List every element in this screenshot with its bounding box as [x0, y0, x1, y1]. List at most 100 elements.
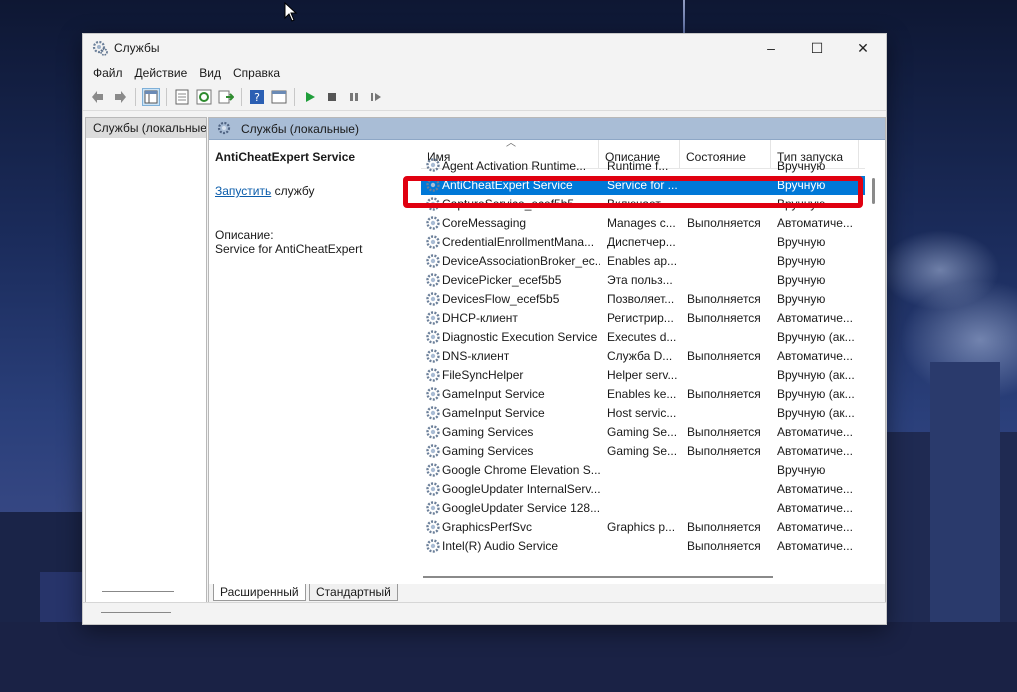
table-row[interactable]: DeviceAssociationBroker_ec... Enables ap.… [421, 252, 865, 271]
table-row[interactable]: Agent Activation Runtime... Runtime f... В… [421, 158, 865, 176]
table-row[interactable]: DevicesFlow_ecef5b5 Позволяет... Выполняет… [421, 290, 865, 309]
service-description [607, 461, 681, 480]
properties-icon[interactable] [173, 88, 191, 106]
service-status [687, 366, 771, 385]
help-icon[interactable]: ? [248, 88, 266, 106]
tab-standard[interactable]: Стандартный [309, 584, 398, 601]
service-startup-type: Вручную (ак... [777, 330, 855, 344]
forward-icon[interactable] [111, 88, 129, 106]
service-description: Graphics p... [607, 520, 676, 534]
service-status: Выполняется [687, 444, 761, 458]
service-name: Diagnostic Execution Service [442, 330, 598, 344]
service-description [607, 537, 681, 556]
status-bar [83, 602, 886, 624]
service-name: CredentialEnrollmentMana... [442, 235, 595, 249]
service-startup-type: Автоматиче... [777, 216, 853, 230]
service-gear-icon [425, 481, 441, 497]
tree-item-services-local[interactable]: Службы (локальные) [86, 118, 206, 138]
table-row[interactable]: CoreMessaging Manages c... Выполняется Авто… [421, 214, 865, 233]
table-row[interactable]: FileSyncHelper Helper serv... Вручную (ак.… [421, 366, 865, 385]
service-startup-type: Вручную [777, 463, 826, 477]
service-description: Регистрир... [607, 311, 674, 325]
service-startup-type: Автоматиче... [777, 444, 853, 458]
table-row[interactable]: GameInput Service Host servic... Вручную (… [421, 404, 865, 423]
description-label: Описание: [215, 228, 274, 242]
service-status: Выполняется [687, 216, 761, 230]
panel-title: Службы (локальные) [241, 121, 359, 136]
table-row[interactable]: DevicePicker_ecef5b5 Эта польз... Вручную [421, 271, 865, 290]
service-name: CoreMessaging [442, 216, 527, 230]
menu-view[interactable]: Вид [193, 66, 227, 80]
service-name: Gaming Services [442, 444, 534, 458]
service-startup-type: Автоматиче... [777, 349, 853, 363]
menu-file[interactable]: Файл [87, 66, 129, 80]
service-startup-type: Вручную [777, 273, 826, 287]
service-startup-type: Вручную [777, 235, 826, 249]
services-window: Службы – ☐ ✕ Файл Действие Вид Справка ? [82, 33, 887, 625]
service-status: Выполняется [687, 520, 761, 534]
service-status [687, 157, 771, 176]
table-row[interactable]: CredentialEnrollmentMana... Диспетчер... В… [421, 233, 865, 252]
description-text: Service for AntiCheatExpert [215, 242, 363, 256]
table-row[interactable]: GraphicsPerfSvc Graphics p... Выполняется А… [421, 518, 865, 537]
service-startup-type: Автоматиче... [777, 539, 853, 553]
table-row[interactable]: GoogleUpdater InternalServ... Автоматиче.… [421, 480, 865, 499]
service-startup-type: Вручную (ак... [777, 368, 855, 382]
close-button[interactable]: ✕ [840, 34, 886, 62]
menu-help[interactable]: Справка [227, 66, 286, 80]
service-name: GoogleUpdater InternalServ... [442, 482, 600, 496]
table-row[interactable]: Intel(R) Audio Service Выполняется Автомат… [421, 537, 865, 556]
table-row[interactable]: Gaming Services Gaming Se... Выполняется Ав… [421, 442, 865, 461]
table-row[interactable]: GameInput Service Enables ke... Выполняетс… [421, 385, 865, 404]
service-description: Gaming Se... [607, 425, 678, 439]
service-description: Gaming Se... [607, 444, 678, 458]
description-pane: AntiCheatExpert Service Запустить службу… [215, 150, 411, 256]
service-name: DNS-клиент [442, 349, 510, 363]
service-gear-icon [425, 234, 441, 250]
console-view-icon[interactable] [270, 88, 288, 106]
service-name: Gaming Services [442, 425, 534, 439]
minimize-button[interactable]: – [748, 34, 794, 62]
service-startup-type: Автоматиче... [777, 520, 853, 534]
highlight-box [403, 176, 863, 208]
service-status: Выполняется [687, 539, 761, 553]
table-row[interactable]: DNS-клиент Служба D... Выполняется Автомати… [421, 347, 865, 366]
service-status [687, 480, 771, 499]
service-status [687, 404, 771, 423]
table-row[interactable]: Gaming Services Gaming Se... Выполняется Ав… [421, 423, 865, 442]
service-gear-icon [425, 424, 441, 440]
table-row[interactable]: DHCP-клиент Регистрир... Выполняется Автома… [421, 309, 865, 328]
tree-scrollbar[interactable] [102, 591, 174, 592]
service-description: Host servic... [607, 406, 677, 420]
restart-icon[interactable] [367, 88, 385, 106]
service-startup-type: Вручную [777, 292, 826, 306]
service-startup-type: Автоматиче... [777, 425, 853, 439]
table-row[interactable]: GoogleUpdater Service 128.... Автоматиче.… [421, 499, 865, 518]
start-service-link[interactable]: Запустить [215, 184, 271, 198]
service-status [687, 461, 771, 480]
service-status [687, 252, 771, 271]
table-row[interactable]: Google Chrome Elevation S... Вручную [421, 461, 865, 480]
service-description: Enables ap... [607, 254, 678, 268]
service-gear-icon [425, 329, 441, 345]
window-title: Службы [114, 41, 160, 55]
service-name: DeviceAssociationBroker_ec... [442, 254, 600, 268]
service-startup-type: Автоматиче... [777, 311, 853, 325]
service-gear-icon [425, 310, 441, 326]
tab-extended[interactable]: Расширенный [213, 584, 306, 601]
table-row[interactable]: Diagnostic Execution Service Executes d..… [421, 328, 865, 347]
show-hide-tree-icon[interactable] [142, 88, 160, 106]
export-list-icon[interactable] [217, 88, 235, 106]
refresh-icon[interactable] [195, 88, 213, 106]
stop-icon[interactable] [323, 88, 341, 106]
service-gear-icon [425, 253, 441, 269]
vertical-scrollbar[interactable] [865, 166, 882, 574]
play-icon[interactable] [301, 88, 319, 106]
maximize-button[interactable]: ☐ [794, 34, 840, 62]
service-status: Выполняется [687, 311, 761, 325]
horizontal-scrollbar[interactable] [421, 574, 865, 582]
menu-action[interactable]: Действие [129, 66, 194, 80]
service-description: Эта польз... [607, 273, 673, 287]
pause-icon[interactable] [345, 88, 363, 106]
back-icon[interactable] [89, 88, 107, 106]
